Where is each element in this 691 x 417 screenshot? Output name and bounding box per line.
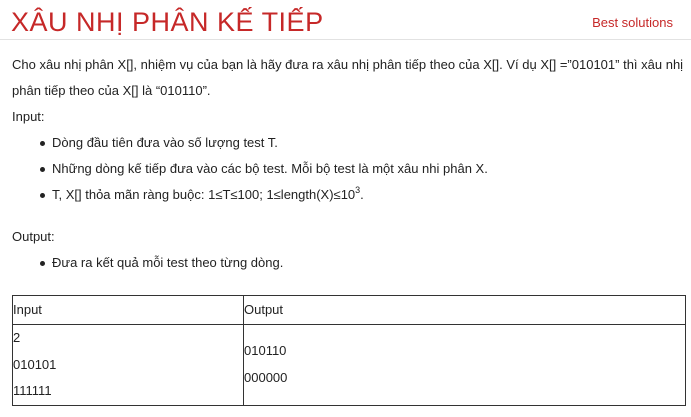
page-header: XÂU NHỊ PHÂN KẾ TIẾP Best solutions: [0, 0, 691, 40]
output-cell: 010110 000000: [243, 324, 686, 406]
output-list: Đưa ra kết quả mỗi test theo từng dòng.: [12, 250, 686, 276]
list-item: Đưa ra kết quả mỗi test theo từng dòng.: [12, 250, 686, 276]
problem-statement: Cho xâu nhị phân X[], nhiệm vụ của bạn l…: [12, 52, 686, 276]
input-line: 2: [13, 330, 21, 345]
constraint-text: T, X[] thỏa mãn ràng buộc: 1≤T≤100; 1≤le…: [52, 187, 356, 202]
output-line: 010110: [244, 343, 287, 359]
list-item: Những dòng kế tiếp đưa vào các bộ test. …: [12, 156, 686, 182]
input-line: 010101: [13, 356, 57, 372]
table-row: 2 010101 111111 010110 000000: [12, 324, 686, 406]
table-header-row: Input Output: [12, 295, 686, 325]
list-item: T, X[] thỏa mãn ràng buộc: 1≤T≤100; 1≤le…: [12, 182, 686, 208]
input-label: Input:: [12, 109, 45, 124]
list-item: Dòng đầu tiên đưa vào số lượng test T.: [12, 130, 686, 156]
input-line: 111111: [13, 383, 52, 398]
constraint-exponent: 3: [355, 184, 361, 195]
example-table: Input Output 2 010101 111111 010110 0000…: [12, 295, 686, 406]
intro-line-2: phân tiếp theo của X[] là “010110”.: [12, 83, 211, 98]
output-line: 000000: [244, 369, 288, 385]
input-list: Dòng đầu tiên đưa vào số lượng test T. N…: [12, 130, 686, 208]
table-header-output: Output: [243, 295, 686, 325]
constraint-suffix: .: [360, 187, 364, 202]
intro-line-1: Cho xâu nhị phân X[], nhiệm vụ của bạn l…: [12, 57, 684, 72]
page-title: XÂU NHỊ PHÂN KẾ TIẾP: [11, 7, 324, 37]
output-label: Output:: [12, 229, 55, 244]
input-cell: 2 010101 111111: [12, 324, 244, 406]
table-header-input: Input: [12, 295, 244, 325]
best-solutions-link[interactable]: Best solutions: [592, 14, 673, 32]
